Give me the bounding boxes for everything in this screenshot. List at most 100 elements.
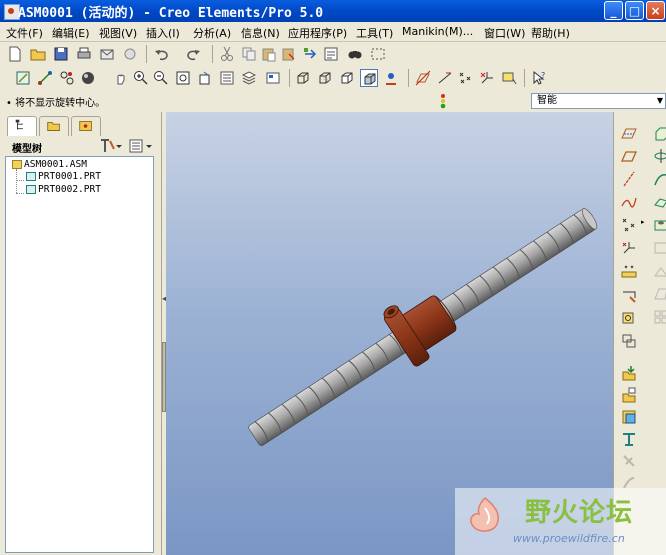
menu-manikin[interactable]: Manikin(M)... xyxy=(402,25,473,38)
regenerate-icon[interactable] xyxy=(301,45,319,63)
revolve-icon[interactable] xyxy=(652,147,666,165)
selection-filter-dropdown[interactable]: 智能 ▼ xyxy=(531,93,666,109)
chevron-down-icon: ▼ xyxy=(656,96,663,105)
blend-icon[interactable] xyxy=(652,193,666,211)
part-icon xyxy=(26,172,36,181)
coordinate-system-icon[interactable] xyxy=(478,69,496,87)
new-file-icon[interactable] xyxy=(6,45,24,63)
package-icon[interactable] xyxy=(620,408,638,426)
menu-info[interactable]: 信息(N) xyxy=(241,25,280,41)
zoom-in-icon[interactable] xyxy=(132,69,150,87)
menu-applications[interactable]: 应用程序(P) xyxy=(288,25,347,41)
extrude-icon[interactable] xyxy=(652,124,666,142)
menu-tools[interactable]: 工具(T) xyxy=(356,25,393,41)
reorient-icon[interactable] xyxy=(196,69,214,87)
window-title: ASM0001 (活动的) - Creo Elements/Pro 5.0 xyxy=(18,6,324,21)
tree-item-part[interactable]: PRT0002.PRT xyxy=(26,184,101,195)
refit-icon[interactable] xyxy=(174,69,192,87)
flyout-arrow-icon[interactable]: ▸ xyxy=(641,218,645,226)
tab-model-tree[interactable] xyxy=(7,116,37,136)
send-mail-icon[interactable] xyxy=(98,45,116,63)
watermark-title: 野火论坛 xyxy=(525,498,634,528)
annotation-display-icon[interactable] xyxy=(500,69,518,87)
saved-views-icon[interactable] xyxy=(218,69,236,87)
sketched-datum-icon[interactable] xyxy=(620,310,638,328)
cut-icon[interactable] xyxy=(218,45,236,63)
paste-icon[interactable] xyxy=(260,45,278,63)
orient-mode-icon[interactable] xyxy=(58,69,76,87)
menu-analysis[interactable]: 分析(A) xyxy=(193,25,231,41)
save-icon[interactable] xyxy=(52,45,70,63)
pan-hand-icon[interactable] xyxy=(112,69,130,87)
menu-help[interactable]: 帮助(H) xyxy=(531,25,570,41)
regen-manager-icon[interactable] xyxy=(322,45,340,63)
sketch-icon[interactable] xyxy=(620,288,638,306)
minimize-button[interactable]: _ xyxy=(604,1,623,20)
tree-connector xyxy=(16,169,18,193)
layers-icon[interactable] xyxy=(240,69,258,87)
datum-planes-icon[interactable] xyxy=(414,69,432,87)
menu-view[interactable]: 视图(V) xyxy=(99,25,137,41)
shell-icon[interactable] xyxy=(652,239,666,257)
tree-item-part[interactable]: PRT0001.PRT xyxy=(26,171,101,182)
toolbar-separator xyxy=(408,69,409,87)
menu-insert[interactable]: 插入(I) xyxy=(146,25,180,41)
datum-plane-tool-icon[interactable] xyxy=(620,124,638,142)
offset-plane-icon[interactable] xyxy=(620,332,638,350)
hole-icon[interactable] xyxy=(652,216,666,234)
toolbar-standard xyxy=(0,42,666,67)
datum-curve-icon[interactable] xyxy=(620,193,638,211)
menu-edit[interactable]: 编辑(E) xyxy=(52,25,90,41)
datum-point-tool-icon[interactable] xyxy=(620,216,638,234)
menu-bar: 文件(F) 编辑(E) 视图(V) 插入(I) 分析(A) 信息(N) 应用程序… xyxy=(0,22,666,42)
forum-watermark: 野火论坛 www.proewildfire.cn xyxy=(455,488,666,555)
window-title-bar: ASM0001 (活动的) - Creo Elements/Pro 5.0 _ … xyxy=(0,0,666,22)
open-folder-icon[interactable] xyxy=(29,45,47,63)
datum-axis-icon[interactable] xyxy=(620,170,638,188)
tree-item-assembly[interactable]: ASM0001.ASM xyxy=(12,159,87,170)
close-button[interactable]: × xyxy=(646,1,665,20)
show-menu-icon[interactable] xyxy=(127,137,155,155)
datum-points-icon[interactable] xyxy=(456,69,474,87)
tab-favorites[interactable] xyxy=(71,116,101,136)
bolt-icon[interactable] xyxy=(620,452,638,470)
view-manager-icon[interactable] xyxy=(264,69,282,87)
rib-icon[interactable] xyxy=(652,262,666,280)
zoom-out-icon[interactable] xyxy=(152,69,170,87)
datum-axes-icon[interactable] xyxy=(436,69,454,87)
appearance-sphere-icon[interactable] xyxy=(80,69,98,87)
find-icon[interactable] xyxy=(346,45,364,63)
send-link-icon[interactable] xyxy=(121,45,139,63)
tab-folder-browser[interactable] xyxy=(39,116,69,136)
model-tree-toggle-icon[interactable] xyxy=(382,69,400,87)
print-icon[interactable] xyxy=(75,45,93,63)
coordinate-system-tool-icon[interactable] xyxy=(620,239,638,257)
menu-window[interactable]: 窗口(W) xyxy=(484,25,525,41)
assemble-icon[interactable] xyxy=(620,364,638,382)
repaint-icon[interactable] xyxy=(14,69,32,87)
context-help-icon[interactable]: ? xyxy=(530,69,548,87)
no-hidden-icon[interactable] xyxy=(338,69,356,87)
mechanism-connection-icon[interactable] xyxy=(620,430,638,448)
draft-icon[interactable] xyxy=(652,285,666,303)
toolbar-separator xyxy=(524,69,525,87)
traffic-light-icon[interactable] xyxy=(437,93,449,109)
shading-icon[interactable] xyxy=(360,69,378,87)
pattern-icon[interactable] xyxy=(652,308,666,326)
analysis-feature-icon[interactable] xyxy=(620,262,638,280)
maximize-button[interactable]: □ xyxy=(625,1,644,20)
paste-special-icon[interactable] xyxy=(280,45,298,63)
menu-file[interactable]: 文件(F) xyxy=(6,25,43,41)
datum-plane-icon[interactable] xyxy=(620,147,638,165)
selection-box-icon[interactable] xyxy=(369,45,387,63)
copy-icon[interactable] xyxy=(240,45,258,63)
tree-settings-icon[interactable] xyxy=(97,137,123,155)
hidden-line-icon[interactable] xyxy=(316,69,334,87)
sweep-icon[interactable] xyxy=(652,170,666,188)
ball-screw-assembly[interactable] xyxy=(235,187,609,462)
redo-icon[interactable] xyxy=(184,45,202,63)
create-component-icon[interactable] xyxy=(620,386,638,404)
wireframe-icon[interactable] xyxy=(294,69,312,87)
spin-center-icon[interactable] xyxy=(36,69,54,87)
undo-icon[interactable] xyxy=(153,45,171,63)
